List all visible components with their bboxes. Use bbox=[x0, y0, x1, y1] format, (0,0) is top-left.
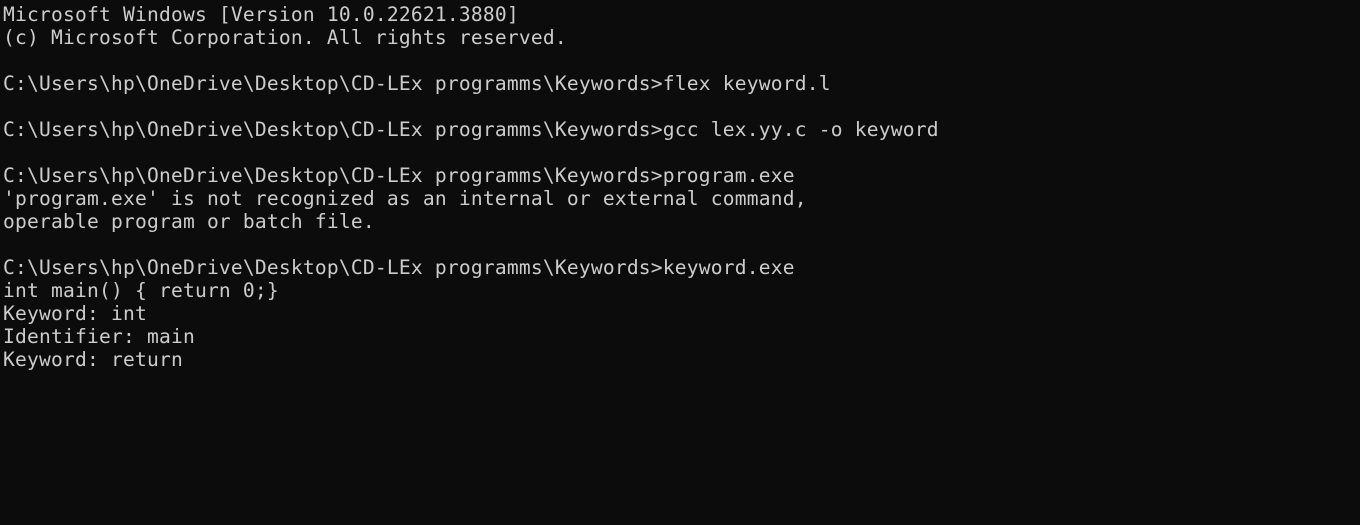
terminal-line-error-message-cont: operable program or batch file. bbox=[3, 210, 375, 233]
terminal-line-command-gcc: C:\Users\hp\OneDrive\Desktop\CD-LEx prog… bbox=[3, 118, 939, 141]
terminal-line-banner-copyright: (c) Microsoft Corporation. All rights re… bbox=[3, 26, 567, 49]
terminal-line-error-message: 'program.exe' is not recognized as an in… bbox=[3, 187, 807, 210]
terminal-line-input: int main() { return 0;} bbox=[3, 279, 279, 302]
terminal-line-output: Keyword: return bbox=[3, 348, 183, 371]
terminal-line-command-keyword: C:\Users\hp\OneDrive\Desktop\CD-LEx prog… bbox=[3, 256, 795, 279]
terminal-line-banner-version: Microsoft Windows [Version 10.0.22621.38… bbox=[3, 3, 519, 26]
terminal-line-output: Identifier: main bbox=[3, 325, 195, 348]
terminal-line-output: Keyword: int bbox=[3, 302, 147, 325]
terminal-line-command-program: C:\Users\hp\OneDrive\Desktop\CD-LEx prog… bbox=[3, 164, 795, 187]
terminal-line-command-flex: C:\Users\hp\OneDrive\Desktop\CD-LEx prog… bbox=[3, 72, 831, 95]
terminal-window[interactable]: Microsoft Windows [Version 10.0.22621.38… bbox=[0, 0, 1360, 525]
